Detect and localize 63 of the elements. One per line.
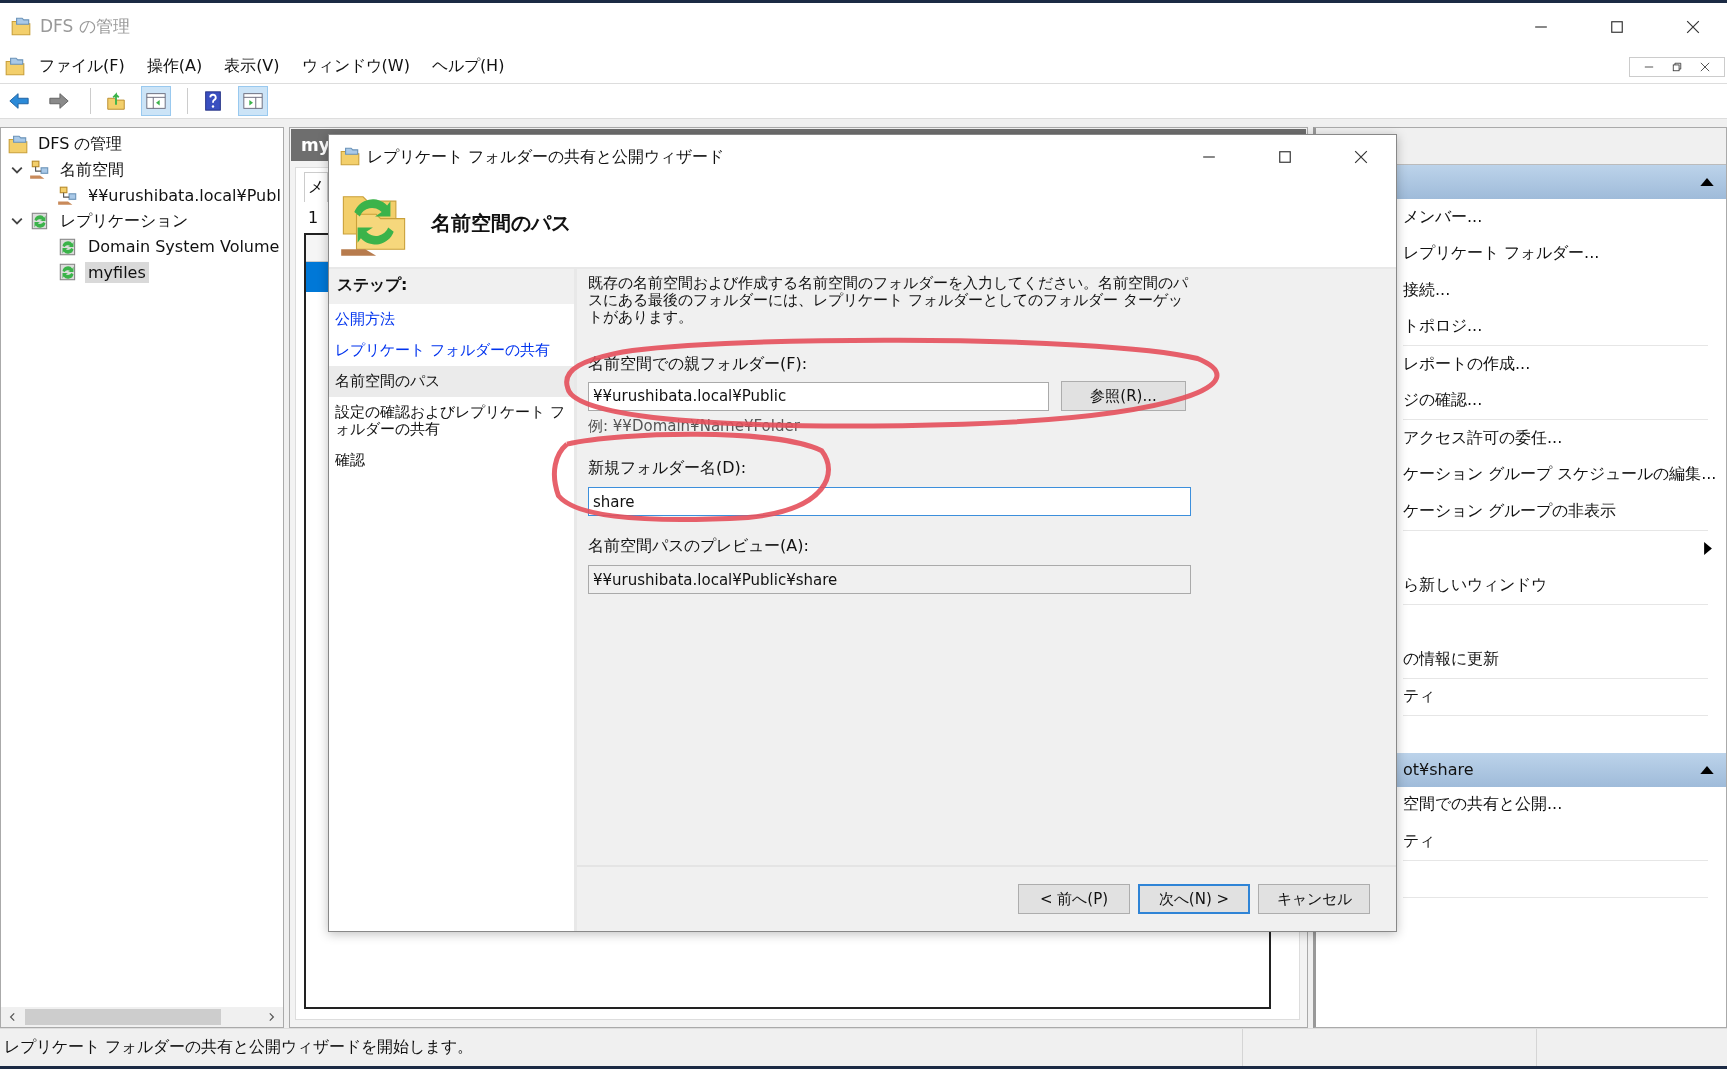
folder-name-field[interactable]: share [588,487,1191,516]
action-item[interactable]: ティ [1403,686,1435,708]
collapse-icon[interactable] [1700,178,1714,186]
menu-item[interactable]: ウィンドウ(W) [292,54,419,79]
action-item[interactable]: 空間での共有と公開... [1403,794,1563,816]
scrollbar[interactable] [1,1007,283,1027]
action-item[interactable]: レポートの作成... [1403,353,1531,375]
submenu-arrow-icon[interactable] [1704,542,1712,556]
browse-button[interactable]: 参照(R)... [1061,381,1186,411]
action-item[interactable]: アクセス許可の委任... [1403,427,1563,449]
action-item[interactable]: ケーション グループ スケジュールの編集... [1403,464,1717,486]
tree-item[interactable]: DFS の管理 [35,133,126,157]
action-item[interactable]: トポロジ... [1403,316,1483,338]
field-label: 名前空間での親フォルダー(F): [588,354,808,375]
tree-item[interactable]: ¥¥urushibata.local¥Publ [85,185,284,207]
field-label: 新規フォルダー名(D): [588,458,747,479]
wizard-step[interactable]: 公開方法 [329,304,574,335]
restore-icon[interactable] [1672,61,1682,72]
tree-item[interactable]: Domain System Volume [85,236,283,258]
action-item[interactable]: の情報に更新 [1403,648,1499,670]
wizard-step: 名前空間のパス [329,366,574,397]
collapse-icon[interactable] [1700,765,1714,774]
action-item[interactable]: レプリケート フォルダー... [1403,243,1600,265]
close-icon[interactable] [1354,150,1368,164]
window-title: DFS の管理 [40,15,130,38]
page-heading: 名前空間のパス [431,209,571,237]
namespace-icon [57,184,79,207]
wizard-step: 設定の確認およびレプリケート フォルダーの共有 [329,397,574,445]
app-icon [10,15,32,38]
wizard-button[interactable]: < 前へ(P) [1018,884,1130,914]
close-icon[interactable] [1700,61,1710,72]
example-text: 例: ¥¥Domain¥Name¥Folder [588,417,800,436]
menu-item[interactable]: 表示(V) [215,54,289,79]
wizard-icon [339,146,361,168]
parent-folder-field[interactable]: ¥¥urushibata.local¥Public [588,381,1049,411]
action-item[interactable]: ら新しいウィンドウ [1403,574,1547,596]
row-number: 1 [307,208,319,227]
field-label: 名前空間パスのプレビュー(A): [588,536,809,557]
menu-item[interactable]: 操作(A) [137,54,212,79]
instructions: 既存の名前空間および作成する名前空間のフォルダーを入力してください。名前空間のパスにある最後のフォルダーには、レプリケート フォルダーとしてのフォルダー ターゲットがあります。 [588,275,1188,326]
menu-item[interactable]: ヘルプ(H) [422,54,514,79]
wizard-button[interactable]: 次へ(N) > [1138,884,1250,914]
folders-icon [7,133,29,156]
tree-item[interactable]: 名前空間 [57,158,127,182]
wizard-step: 確認 [329,445,574,476]
document-icon [4,55,26,78]
tree-item[interactable]: レプリケーション [57,209,191,233]
maximize-icon[interactable] [1278,150,1292,164]
namespace-icon [29,159,51,182]
action-item[interactable]: ケーション グループの非表示 [1403,500,1617,522]
action-item[interactable]: 接続... [1403,279,1451,301]
action-item[interactable]: メンバー... [1403,206,1483,228]
status-text: レプリケート フォルダーの共有と公開ウィザードを開始します。 [3,1037,473,1058]
wizard-button[interactable]: キャンセル [1258,884,1370,914]
tree-item[interactable]: myfiles [85,261,149,283]
action-item[interactable]: ジの確認... [1403,390,1483,412]
menu-item[interactable]: ファイル(F) [30,54,134,79]
wizard-step[interactable]: レプリケート フォルダーの共有 [329,335,574,366]
action-item[interactable]: ティ [1403,830,1435,852]
maximize-icon[interactable] [1610,19,1624,34]
steps-heading: ステップ: [329,269,574,304]
path-preview-field[interactable]: ¥¥urushibata.local¥Public¥share [588,565,1191,594]
close-icon[interactable] [1686,19,1700,34]
